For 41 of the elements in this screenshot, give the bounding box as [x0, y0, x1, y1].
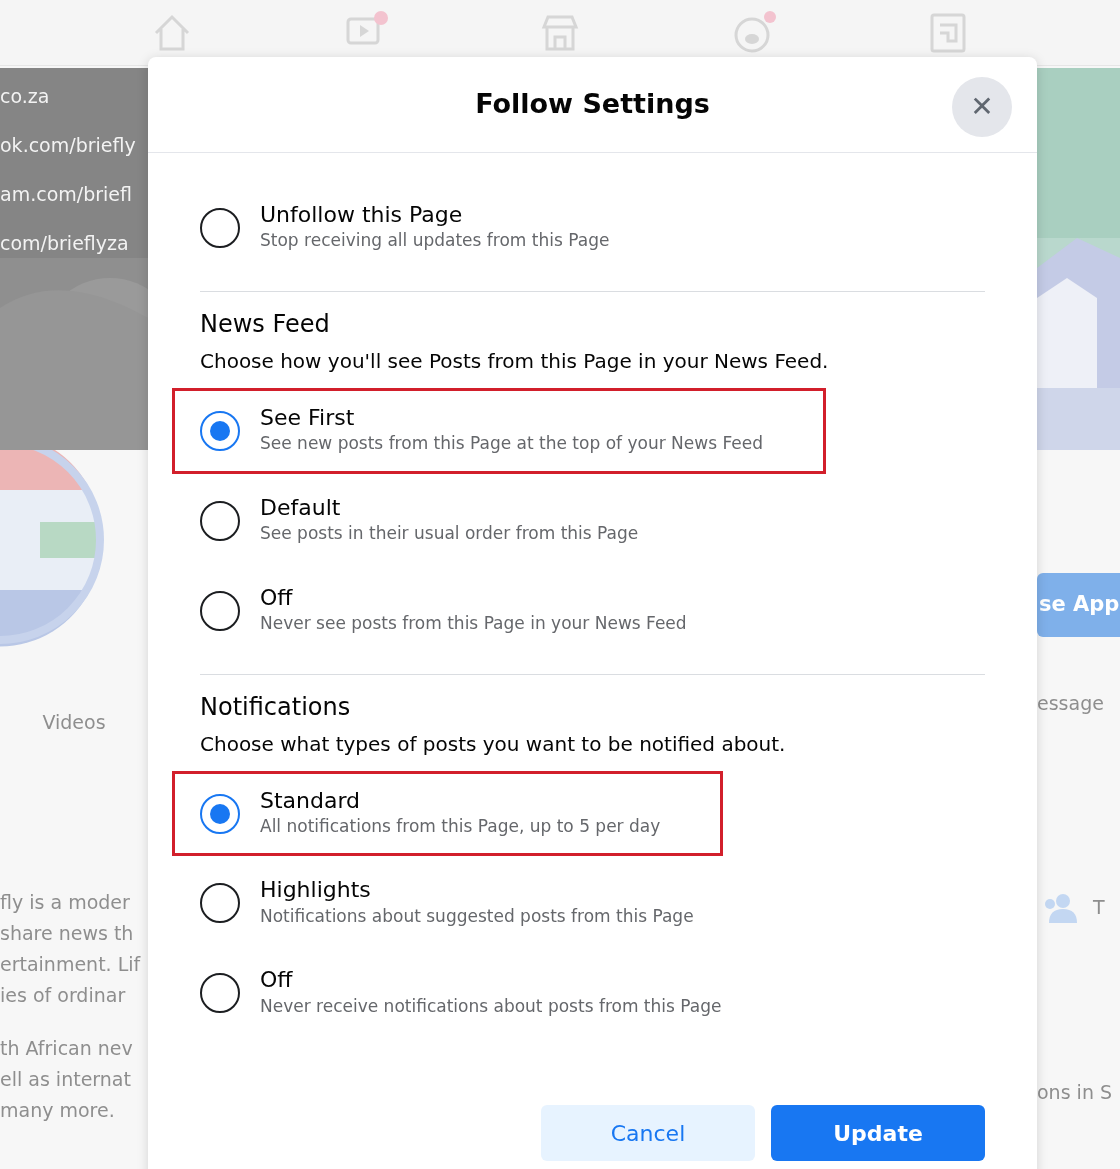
- radio-button[interactable]: [200, 207, 240, 248]
- option-description: Never see posts from this Page in your News Feed: [260, 612, 687, 636]
- about-text: fly is a moder share news th ertainment. Lif ies of ordinar: [0, 889, 142, 1008]
- option-label: Highlights: [260, 877, 372, 904]
- radio-button[interactable]: [200, 883, 240, 924]
- option-label: Default: [260, 494, 342, 522]
- option-label: Unfollow this Page: [260, 202, 464, 229]
- radio-button[interactable]: [200, 793, 240, 834]
- link-text[interactable]: am.com/briefl: [0, 170, 148, 219]
- option-description: See new posts from this Page at the top of your News Feed: [260, 432, 763, 456]
- section-description: Choose what types of posts you want to be notified about.: [200, 730, 787, 758]
- dialog-title: Follow Settings: [475, 87, 710, 122]
- cancel-button[interactable]: Cancel: [541, 1105, 755, 1161]
- option-description: Stop receiving all updates from this Page: [260, 229, 610, 253]
- tab[interactable]: Videos: [0, 708, 148, 737]
- option-description: See posts in their usual order from this Page: [260, 522, 639, 546]
- option-label: Off: [260, 967, 294, 994]
- info-text: T: [1093, 895, 1105, 921]
- section-heading: News Feed: [200, 308, 331, 340]
- link-text[interactable]: com/brieflyza: [0, 219, 148, 268]
- close-button[interactable]: ✕: [952, 77, 1012, 137]
- radio-button[interactable]: [200, 590, 240, 631]
- option-label: See First: [260, 404, 356, 432]
- option-label: Off: [260, 584, 294, 612]
- about-text: th African nev ell as internat many more.: [0, 1035, 134, 1123]
- radio-button[interactable]: [200, 973, 240, 1014]
- radio-button[interactable]: [200, 500, 240, 541]
- footer-text: ons in S: [1037, 1079, 1114, 1105]
- option-description: Notifications about suggested posts from this Page: [260, 904, 694, 928]
- option-description: All notifications from this Page, up to 5 per day: [260, 814, 661, 838]
- option-description: Never receive notifications about posts from this Page: [260, 994, 722, 1018]
- link-text[interactable]: ok.com/briefly: [0, 121, 148, 170]
- action-button[interactable]: se App: [1037, 573, 1120, 637]
- radio-button[interactable]: [200, 410, 240, 451]
- link-text[interactable]: co.za: [0, 72, 148, 121]
- update-button[interactable]: Update: [771, 1105, 985, 1161]
- tab[interactable]: essage: [1037, 689, 1120, 718]
- people-icon: [1043, 892, 1077, 923]
- option-label: Standard: [260, 787, 362, 814]
- section-description: Choose how you'll see Posts from this Page in your News Feed.: [200, 347, 830, 375]
- section-heading: Notifications: [200, 691, 352, 723]
